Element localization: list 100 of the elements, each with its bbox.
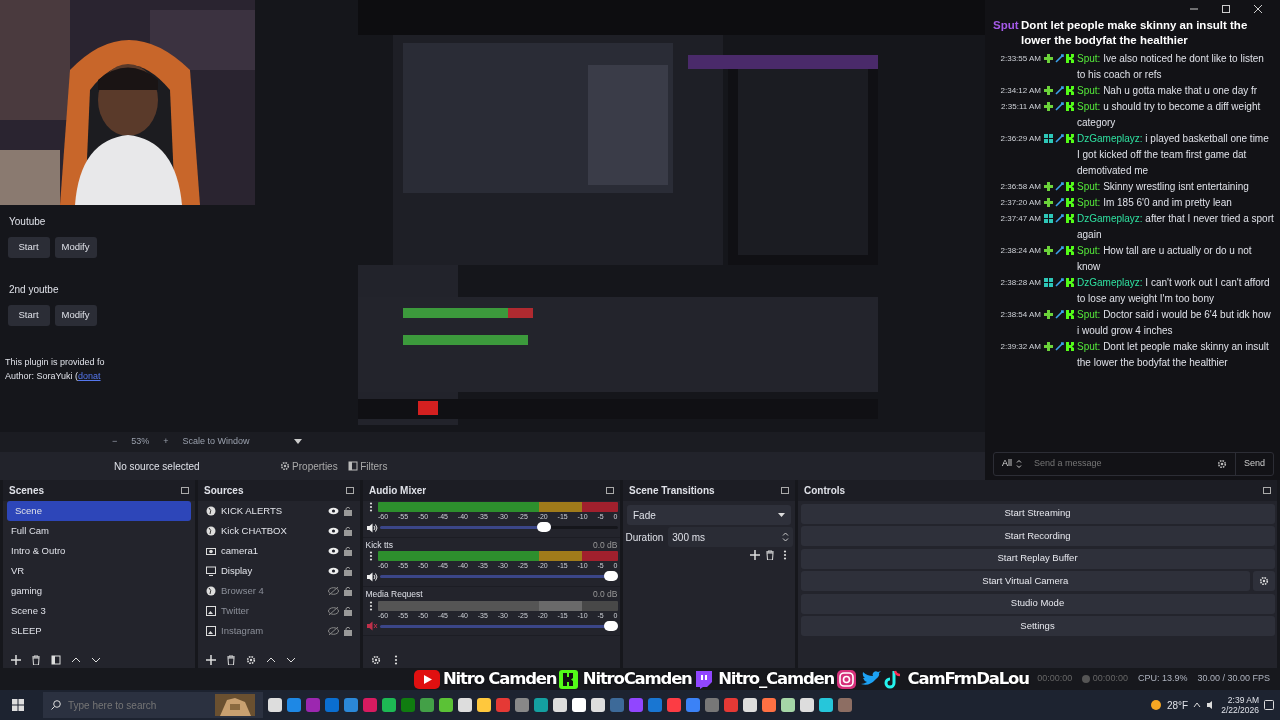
scene-item[interactable]: gaming [3, 581, 195, 601]
sword-badge-icon [1055, 102, 1064, 111]
scene-item[interactable]: SLEEP [3, 621, 195, 641]
zoom-in-button[interactable]: + [163, 435, 169, 449]
scale-dropdown[interactable]: Scale to Window [182, 435, 250, 449]
channel-name: Kick tts [365, 538, 393, 552]
lock-icon[interactable] [344, 546, 352, 556]
hidden-eye-icon[interactable] [328, 607, 339, 615]
add-icon[interactable] [206, 655, 216, 665]
delete-icon[interactable] [226, 655, 236, 665]
settings-icon[interactable] [371, 655, 381, 665]
plugin-button[interactable]: Start [7, 305, 50, 326]
move-down-icon[interactable] [91, 655, 101, 665]
source-status: No source selected [114, 459, 200, 474]
lock-icon[interactable] [344, 526, 352, 536]
eye-icon[interactable] [328, 567, 339, 575]
filter-icon[interactable] [51, 655, 61, 665]
search-input[interactable]: Type here to search [66, 696, 210, 714]
float-icon[interactable] [606, 487, 614, 494]
float-icon[interactable] [781, 487, 789, 494]
maximize-icon[interactable] [1220, 4, 1232, 14]
scene-item[interactable]: Intro & Outro [3, 541, 195, 561]
add-icon[interactable] [11, 655, 21, 665]
lock-icon[interactable] [344, 606, 352, 616]
lock-icon[interactable] [344, 506, 352, 516]
volume-slider[interactable] [603, 620, 618, 631]
volume-slider[interactable] [537, 522, 551, 532]
spinner-icon [1016, 459, 1022, 469]
scene-item[interactable]: Scene [7, 501, 191, 521]
settings-icon[interactable] [246, 655, 256, 665]
control-button[interactable]: Start Streaming [800, 503, 1275, 524]
donate-link[interactable]: donat [78, 369, 101, 383]
plugin-button[interactable]: Modify [54, 305, 97, 326]
move-up-icon[interactable] [71, 655, 81, 665]
source-item[interactable]: Browser 4 [221, 583, 323, 599]
message-time: 2:33:55 AM [999, 52, 1041, 65]
muted-speaker-icon[interactable] [365, 621, 378, 631]
control-button[interactable]: Start Virtual Camera [800, 571, 1250, 591]
add-icon[interactable] [750, 549, 760, 560]
float-icon[interactable] [346, 487, 354, 494]
hidden-eye-icon[interactable] [328, 587, 339, 595]
transition-dropdown[interactable]: Fade [627, 505, 791, 525]
message-input[interactable]: Send a message [1028, 456, 1209, 472]
chat-input-field[interactable]: All Send a message Send [993, 452, 1274, 476]
duration-field[interactable]: 300 ms [668, 527, 793, 547]
lock-icon[interactable] [344, 586, 352, 596]
chat-message: DzGameplayz: i played basketball one time I got kicked off the team first game dat demotivated me [1077, 131, 1270, 178]
zoom-out-button[interactable]: − [112, 435, 118, 449]
eye-icon[interactable] [328, 547, 339, 555]
send-button[interactable]: Send [1234, 453, 1273, 475]
float-icon[interactable] [181, 487, 189, 494]
lock-icon[interactable] [344, 626, 352, 636]
lock-icon[interactable] [344, 566, 352, 576]
sword-badge-icon [1055, 134, 1064, 143]
hidden-eye-icon[interactable] [328, 627, 339, 635]
plugin-button[interactable]: Modify [54, 237, 97, 258]
plugin-button[interactable]: Start [7, 237, 50, 258]
panel-title: Controls [804, 484, 846, 498]
source-item[interactable]: Instagram [221, 623, 323, 639]
float-icon[interactable] [1263, 487, 1271, 494]
clock-time: 2:39 AM [1227, 695, 1259, 705]
move-down-icon[interactable] [286, 655, 296, 665]
control-button[interactable]: Start Recording [800, 526, 1275, 546]
source-item[interactable]: camera1 [221, 543, 323, 559]
close-icon[interactable] [1252, 4, 1264, 14]
speaker-icon[interactable] [365, 571, 378, 582]
chevron-up-icon[interactable] [1193, 702, 1202, 708]
search-field[interactable]: Type here to search [43, 692, 263, 718]
clock-date: 2/22/2026 [1221, 705, 1259, 715]
speaker-icon[interactable] [365, 522, 378, 533]
plus-badge-icon [1044, 86, 1053, 95]
spinner-icon[interactable] [781, 532, 789, 542]
move-up-icon[interactable] [266, 655, 276, 665]
properties-button[interactable]: Properties [292, 458, 338, 474]
eye-icon[interactable] [328, 527, 339, 535]
notification-icon[interactable] [1264, 700, 1274, 710]
chat-message: Sput: Nah u gotta make that u one day fr [1077, 83, 1258, 98]
plus-badge-icon [1044, 182, 1053, 191]
control-button[interactable]: Settings [800, 616, 1275, 636]
control-button[interactable]: Start Replay Buffer [800, 548, 1275, 569]
volume-slider[interactable] [603, 571, 618, 582]
sword-badge-icon [1055, 214, 1064, 223]
scene-item[interactable]: Full Cam [3, 521, 195, 541]
filters-button[interactable]: Filters [360, 458, 388, 474]
control-button[interactable]: Studio Mode [800, 593, 1275, 614]
scene-item[interactable]: VR [3, 561, 195, 581]
settings-icon[interactable] [1216, 459, 1227, 469]
scene-item[interactable]: Scene 3 [3, 601, 195, 621]
message-time: 2:38:24 AM [999, 244, 1041, 257]
chat-filter-dropdown[interactable]: All [994, 453, 1016, 475]
source-item[interactable]: Display [221, 563, 323, 579]
settings-button[interactable] [1252, 571, 1275, 591]
eye-icon[interactable] [328, 507, 339, 515]
source-item[interactable]: Twitter [221, 603, 323, 619]
windows-icon[interactable] [12, 699, 24, 711]
delete-icon[interactable] [765, 549, 775, 560]
delete-icon[interactable] [31, 655, 41, 665]
social-handle: Nitro_Camden [718, 667, 835, 690]
source-item[interactable]: Kick CHATBOX [221, 523, 323, 539]
source-item[interactable]: KICK ALERTS [221, 503, 323, 519]
